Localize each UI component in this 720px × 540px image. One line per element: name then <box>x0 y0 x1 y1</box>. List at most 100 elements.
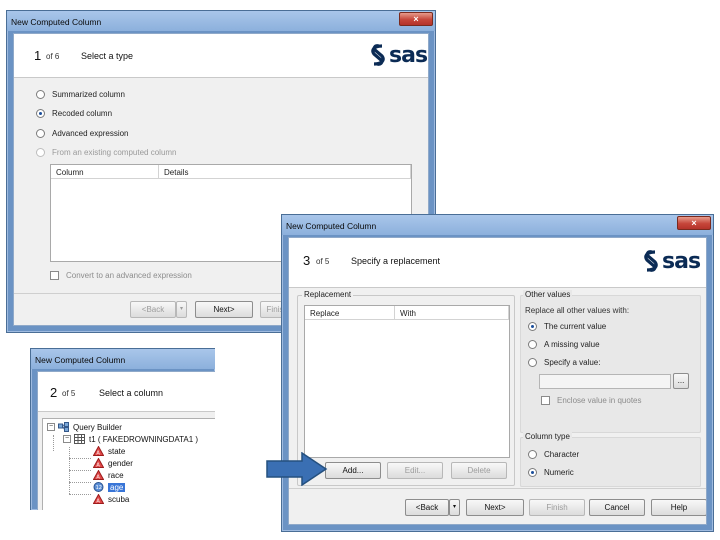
option-recoded-column[interactable]: Recoded column <box>36 109 112 118</box>
checkbox-label: Enclose value in quotes <box>557 396 642 405</box>
sas-logo-text: sas <box>389 42 428 68</box>
tree-column-state[interactable]: A state <box>93 446 125 456</box>
svg-text:12: 12 <box>96 485 102 491</box>
sas-swoosh-icon <box>371 44 385 66</box>
checkbox-label: Convert to an advanced expression <box>66 271 192 280</box>
edit-button[interactable]: Edit... <box>387 462 443 479</box>
chevron-down-icon: ▾ <box>179 306 183 312</box>
add-button[interactable]: Add... <box>325 462 381 479</box>
checkbox <box>541 396 550 405</box>
chevron-down-icon: ▾ <box>452 504 456 510</box>
radio-button-selected[interactable] <box>528 468 537 477</box>
close-button[interactable]: × <box>399 12 433 26</box>
svg-text:A: A <box>96 451 100 456</box>
finish-button[interactable]: Finish <box>529 499 585 516</box>
option-label: A missing value <box>544 340 600 349</box>
tree-label: Query Builder <box>73 422 122 432</box>
option-label: Advanced expression <box>52 129 129 138</box>
sas-logo: sas <box>641 248 701 274</box>
wizard-footer: <Back ▾ Next> Finish Cancel Help <box>289 488 706 524</box>
group-label: Other values <box>523 290 573 299</box>
help-button[interactable]: Help <box>651 499 706 516</box>
cancel-button[interactable]: Cancel <box>589 499 645 516</box>
back-history-dropdown[interactable]: ▾ <box>449 499 460 516</box>
sas-swoosh-icon <box>644 250 658 272</box>
delete-button[interactable]: Delete <box>451 462 507 479</box>
collapse-icon[interactable]: − <box>63 435 71 443</box>
column-header-with[interactable]: With <box>395 306 509 319</box>
browse-button[interactable]: ... <box>673 373 689 389</box>
column-header-replace[interactable]: Replace <box>305 306 395 319</box>
window-step-2: New Computed Column 2 of 5 Select a colu… <box>30 348 215 510</box>
query-builder-icon <box>58 422 69 432</box>
column-type-group: Column type <box>520 432 701 487</box>
tree-node-table[interactable]: − t1 ( FAKEDROWNINGDATA1 ) <box>63 434 198 444</box>
option-missing-value[interactable]: A missing value <box>528 340 600 349</box>
option-character[interactable]: Character <box>528 450 579 459</box>
collapse-icon[interactable]: − <box>47 423 55 431</box>
svg-text:A: A <box>96 499 100 504</box>
step-number: 2 <box>50 385 58 400</box>
option-existing-computed-column: From an existing computed column <box>36 148 177 157</box>
close-icon: × <box>413 14 419 24</box>
radio-button[interactable] <box>528 358 537 367</box>
column-header-column[interactable]: Column <box>51 165 159 178</box>
window-3-title: New Computed Column <box>282 215 713 235</box>
close-button[interactable]: × <box>677 216 711 230</box>
option-summarized-column[interactable]: Summarized column <box>36 90 125 99</box>
character-column-icon: A <box>93 470 104 480</box>
radio-button[interactable] <box>36 90 45 99</box>
radio-button-disabled <box>36 148 45 157</box>
group-label: Replacement <box>302 290 354 299</box>
option-label: Recoded column <box>52 109 113 118</box>
window-step-3: New Computed Column × 3 of 5 Specify a r… <box>281 214 714 532</box>
step-title: Specify a replacement <box>351 256 441 266</box>
radio-button[interactable] <box>528 450 537 459</box>
radio-button-selected[interactable] <box>528 322 537 331</box>
next-button[interactable]: Next> <box>195 301 253 318</box>
tree-column-gender[interactable]: A gender <box>93 458 133 468</box>
next-button[interactable]: Next> <box>466 499 524 516</box>
radio-button[interactable] <box>528 340 537 349</box>
step-count: of 5 <box>316 257 330 266</box>
specify-value-field[interactable] <box>539 374 671 389</box>
character-column-icon: A <box>93 494 104 504</box>
radio-button[interactable] <box>36 129 45 138</box>
table-icon <box>74 434 85 444</box>
back-button[interactable]: <Back <box>405 499 449 516</box>
replacement-table: Replace With <box>304 305 510 458</box>
convert-advanced-checkbox: Convert to an advanced expression <box>50 271 192 280</box>
option-label: Specify a value: <box>544 358 601 367</box>
group-label: Column type <box>523 432 572 441</box>
character-column-icon: A <box>93 446 104 456</box>
tree-column-age-selected[interactable]: 12 age <box>93 482 126 492</box>
table-header: Replace With <box>305 306 509 320</box>
option-label: From an existing computed column <box>52 148 177 157</box>
column-header-details[interactable]: Details <box>159 165 411 178</box>
tree-root-query-builder[interactable]: − Query Builder <box>47 422 122 432</box>
option-advanced-expression[interactable]: Advanced expression <box>36 129 129 138</box>
step-count: of 6 <box>46 52 60 61</box>
sas-logo-text: sas <box>662 248 701 274</box>
window-2-title: New Computed Column <box>31 349 215 369</box>
back-button[interactable]: <Back <box>130 301 176 318</box>
option-current-value[interactable]: The current value <box>528 322 606 331</box>
close-icon: × <box>691 218 697 228</box>
tree-column-race[interactable]: A race <box>93 470 124 480</box>
tree-label: t1 ( FAKEDROWNINGDATA1 ) <box>89 434 199 444</box>
character-column-icon: A <box>93 458 104 468</box>
back-history-dropdown[interactable]: ▾ <box>176 301 187 318</box>
step-count: of 5 <box>62 389 76 398</box>
tree-column-scuba[interactable]: A scuba <box>93 494 129 504</box>
option-label: The current value <box>544 322 607 331</box>
option-specify-value[interactable]: Specify a value: <box>528 358 600 367</box>
tree-label: scuba <box>108 494 130 504</box>
column-tree: − Query Builder − t1 ( FAKEDROWNINGDATA1… <box>42 418 215 510</box>
option-label: Numeric <box>544 468 574 477</box>
option-label: Character <box>544 450 580 459</box>
step-header: 2 of 5 Select a column <box>38 372 215 412</box>
svg-text:A: A <box>96 463 100 468</box>
option-numeric[interactable]: Numeric <box>528 468 574 477</box>
step-title: Select a column <box>99 388 164 398</box>
radio-button-selected[interactable] <box>36 109 45 118</box>
